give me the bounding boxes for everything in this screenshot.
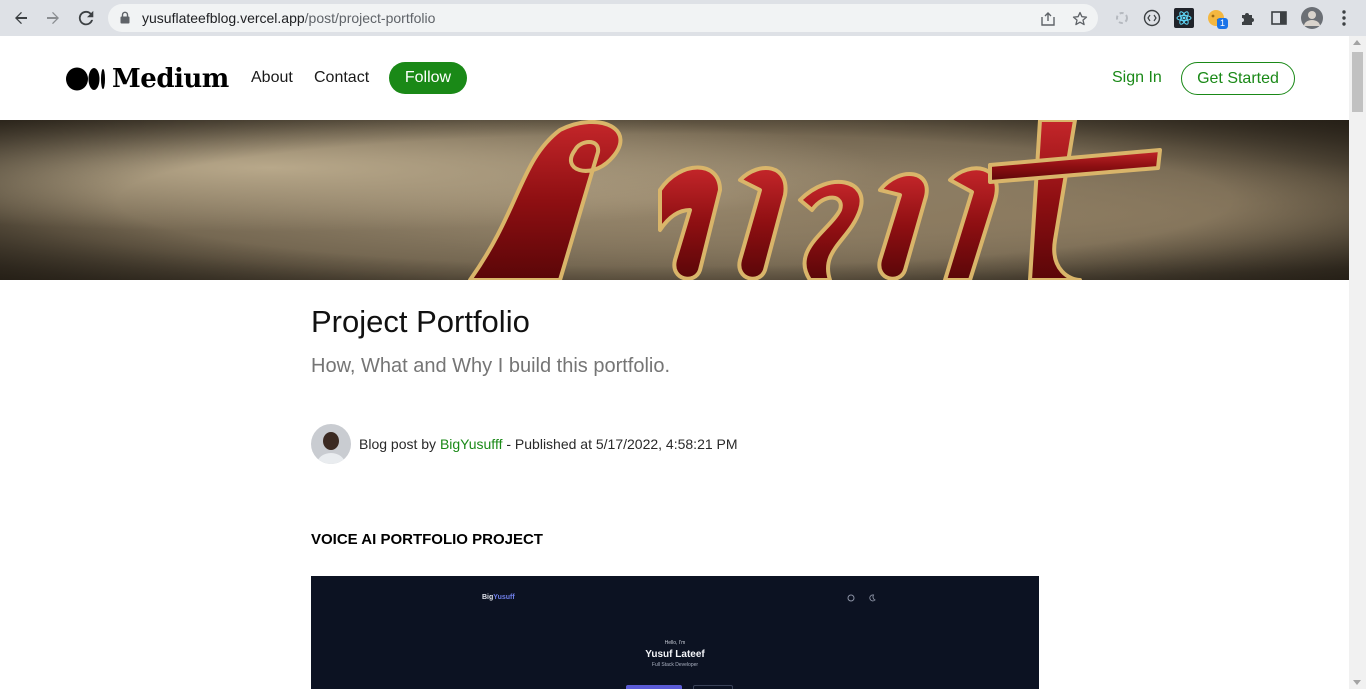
preview-name: Yusuf Lateef — [645, 649, 705, 660]
nav-contact-link[interactable]: Contact — [314, 69, 369, 87]
nav-about-link[interactable]: About — [251, 69, 293, 87]
web-page: Medium About Contact Follow Sign In Get … — [0, 36, 1349, 689]
back-arrow-icon — [15, 12, 27, 24]
preview-secondary-button — [693, 685, 733, 689]
portfolio-screenshot: BigYusuff Hello, I'm Yusuf Lateef Full S… — [311, 576, 1039, 689]
address-bar[interactable]: yusuflateefblog.vercel.app/post/project-… — [108, 4, 1098, 32]
follow-button[interactable]: Follow — [389, 62, 467, 94]
post-subtitle: How, What and Why I build this portfolio… — [311, 355, 671, 377]
url-path: /post/project-portfolio — [304, 10, 436, 26]
forward-arrow-icon — [47, 12, 59, 24]
preview-sun-icon — [847, 594, 855, 602]
menu-kebab-icon[interactable] — [1333, 7, 1355, 29]
byline-prefix: Blog post by — [359, 436, 440, 452]
banner-artwork — [0, 120, 1349, 280]
extension-loading-icon[interactable] — [1111, 7, 1133, 29]
author-avatar[interactable] — [311, 424, 351, 464]
author-link[interactable]: BigYusufff — [440, 436, 503, 452]
medium-logo[interactable]: Medium — [66, 64, 229, 94]
preview-brand-b: Yusuff — [493, 594, 515, 601]
back-button[interactable] — [8, 5, 34, 31]
profile-avatar-icon[interactable] — [1300, 6, 1324, 30]
browser-toolbar: yusuflateefblog.vercel.app/post/project-… — [0, 0, 1366, 36]
extension-code-icon[interactable] — [1141, 7, 1163, 29]
react-devtools-icon[interactable] — [1173, 7, 1195, 29]
byline: Blog post by BigYusufff - Published at 5… — [359, 436, 738, 452]
forward-button[interactable] — [40, 5, 66, 31]
site-header: Medium About Contact Follow Sign In Get … — [0, 36, 1349, 120]
published-date: - Published at 5/17/2022, 4:58:21 PM — [502, 436, 738, 452]
logo-text: Medium — [112, 64, 229, 94]
lock-icon — [120, 11, 130, 24]
url-text: yusuflateefblog.vercel.app/post/project-… — [142, 10, 435, 26]
scrollbar-thumb[interactable] — [1352, 52, 1363, 112]
extensions-puzzle-icon[interactable] — [1237, 7, 1259, 29]
section-heading: VOICE AI PORTFOLIO PROJECT — [311, 531, 543, 548]
bookmark-star-icon[interactable] — [1071, 10, 1089, 28]
url-host: yusuflateefblog.vercel.app — [142, 10, 305, 26]
extension-badge: 1 — [1217, 18, 1229, 29]
page-scrollbar[interactable] — [1349, 36, 1366, 689]
post-banner-image — [0, 120, 1349, 280]
scroll-up-arrow-icon[interactable] — [1353, 40, 1361, 45]
preview-moon-icon — [869, 594, 876, 602]
post-title: Project Portfolio — [311, 304, 530, 339]
sign-in-link[interactable]: Sign In — [1112, 69, 1162, 87]
preview-brand-a: Big — [482, 594, 494, 601]
share-icon[interactable] — [1039, 10, 1057, 28]
side-panel-icon[interactable] — [1268, 7, 1290, 29]
extension-cookie-icon[interactable]: 1 — [1205, 7, 1229, 29]
author-row: Blog post by BigYusufff - Published at 5… — [311, 424, 738, 464]
preview-brand: BigYusuff — [482, 594, 515, 601]
get-started-button[interactable]: Get Started — [1181, 62, 1295, 95]
preview-role: Full Stack Developer — [651, 662, 699, 668]
medium-logo-icon — [66, 67, 105, 91]
reload-icon — [78, 10, 94, 26]
preview-primary-button — [626, 685, 682, 689]
preview-hello: Hello, I'm — [664, 640, 686, 646]
reload-button[interactable] — [73, 5, 99, 31]
scroll-down-arrow-icon[interactable] — [1353, 680, 1361, 685]
